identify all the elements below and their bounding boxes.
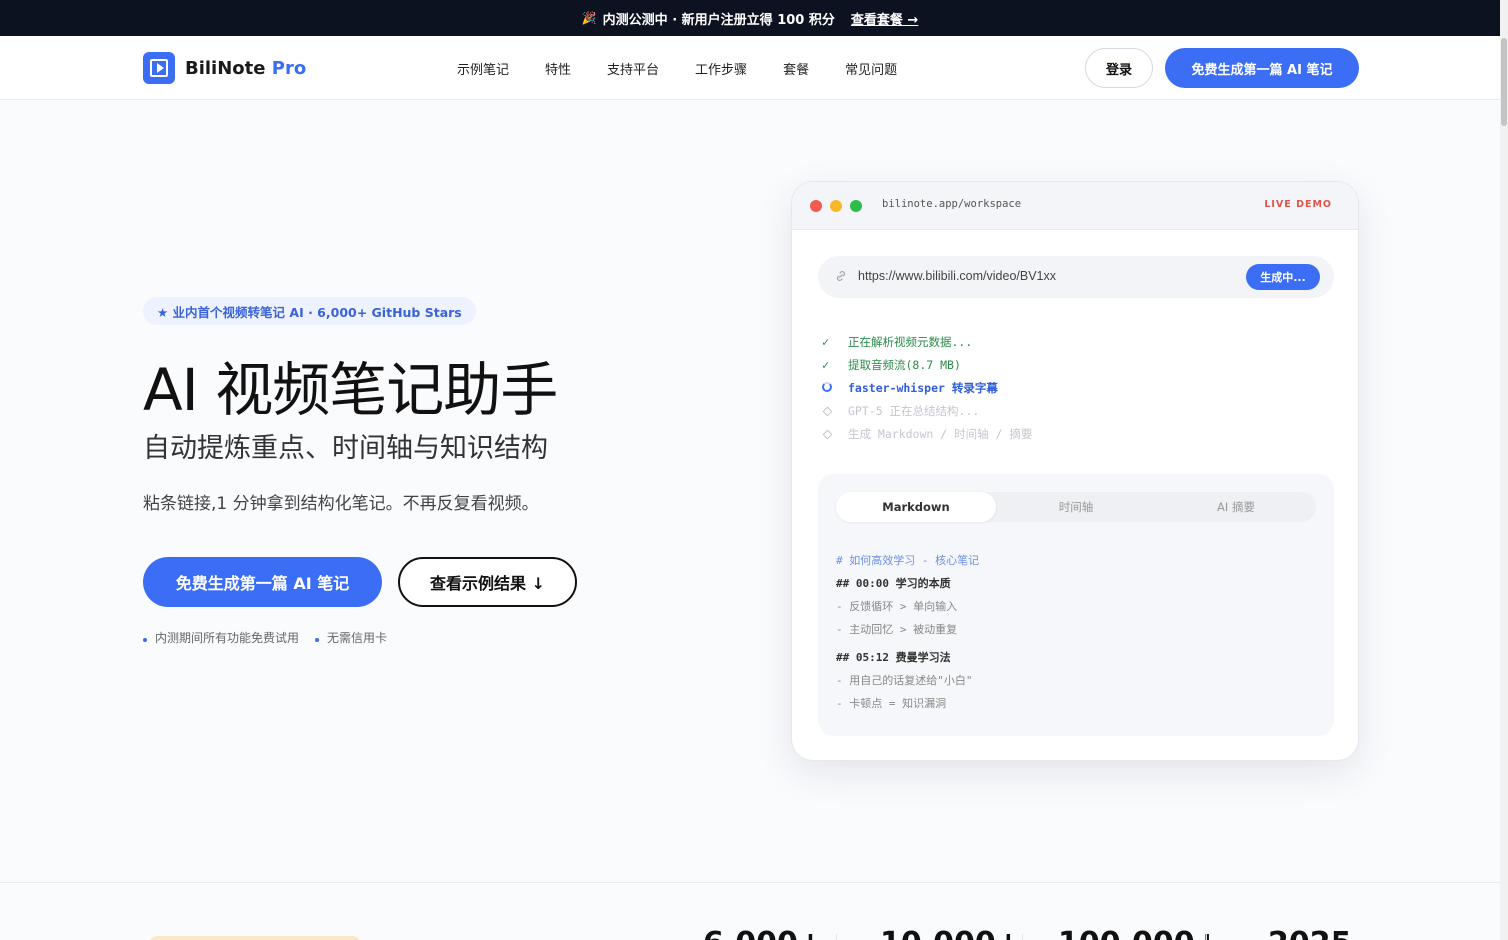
- generate-note-button[interactable]: 免费生成第一篇 AI 笔记: [143, 557, 382, 607]
- perks-list: 内测期间所有功能免费试用 无需信用卡: [143, 629, 403, 646]
- step-text: faster-whisper 转录字幕: [848, 380, 998, 395]
- markdown-preview: # 如何高效学习 - 核心笔记 ## 00:00 学习的本质 - 反馈循环 > …: [836, 548, 979, 714]
- hero-description: 粘条链接,1 分钟拿到结构化笔记。不再反复看视频。: [143, 494, 539, 514]
- party-popper-icon: 🎉: [581, 11, 597, 25]
- maximize-dot-icon: [850, 200, 862, 212]
- announcement-text: 内测公测中 · 新用户注册立得 100 积分: [602, 12, 835, 28]
- tab-markdown[interactable]: Markdown: [836, 492, 996, 522]
- perk-item: 内测期间所有功能免费试用: [143, 629, 299, 646]
- note-heading: # 如何高效学习 - 核心笔记: [836, 553, 980, 567]
- note-bullet: - 用自己的话复述给"小白": [836, 673, 973, 687]
- stat-divider: [1022, 934, 1023, 940]
- note-section-title: ## 05:12 费曼学习法: [836, 650, 951, 664]
- tab-timeline[interactable]: 时间轴: [996, 492, 1156, 522]
- view-examples-button[interactable]: 查看示例结果 ↓: [398, 557, 577, 607]
- step-item: 生成 Markdown / 时间轴 / 摘要: [822, 422, 1032, 445]
- step-item: ✓ 提取音频流(8.7 MB): [822, 353, 1032, 376]
- video-note-icon: [143, 52, 175, 84]
- brand-logo[interactable]: BiliNote Pro: [143, 52, 306, 84]
- check-icon: ✓: [822, 357, 830, 372]
- stat-value: 10,000+: [880, 926, 1021, 940]
- stats-badge: [148, 936, 362, 940]
- step-item: faster-whisper 转录字幕: [822, 376, 1032, 399]
- page-scrollbar[interactable]: [1500, 0, 1508, 940]
- stat-value: 6,000+: [703, 926, 823, 940]
- perk-text: 内测期间所有功能免费试用: [155, 631, 300, 645]
- note-bullet: - 反馈循环 > 单向输入: [836, 599, 958, 613]
- bullet-icon: [315, 637, 320, 642]
- close-dot-icon: [810, 200, 822, 212]
- note-output-panel: Markdown 时间轴 AI 摘要 # 如何高效学习 - 核心笔记 ## 00…: [818, 474, 1334, 736]
- live-demo-window: bilinote.app/workspace LIVE DEMO https:/…: [791, 181, 1359, 761]
- hero-subtitle: 自动提炼重点、时间轴与知识结构: [143, 433, 548, 464]
- perk-text: 无需信用卡: [327, 631, 388, 645]
- stat-value: 2025: [1268, 926, 1352, 940]
- stat-divider: [836, 934, 837, 940]
- demo-titlebar: bilinote.app/workspace LIVE DEMO: [792, 182, 1358, 230]
- progress-steps: ✓ 正在解析视频元数据... ✓ 提取音频流(8.7 MB) faster-whis…: [822, 330, 1032, 445]
- bullet-icon: [143, 637, 147, 642]
- stat-divider: [1206, 934, 1207, 940]
- output-tabs: Markdown 时间轴 AI 摘要: [836, 492, 1316, 522]
- step-text: 生成 Markdown / 时间轴 / 摘要: [848, 426, 1033, 441]
- site-header: BiliNote Pro 示例笔记 特性 支持平台 工作步骤 套餐 常见问题 登…: [0, 36, 1500, 100]
- hero-title: AI 视频笔记助手: [143, 356, 558, 424]
- github-stars-badge: ★ 业内首个视频转笔记 AI · 6,000+ GitHub Stars: [143, 297, 476, 325]
- video-url-input[interactable]: https://www.bilibili.com/video/BV1xx 生成中…: [818, 256, 1334, 298]
- link-icon: [836, 271, 846, 281]
- video-url-value: https://www.bilibili.com/video/BV1xx: [858, 269, 1056, 283]
- nav-steps[interactable]: 工作步骤: [695, 59, 747, 78]
- nav-examples[interactable]: 示例笔记: [457, 59, 509, 78]
- minimize-dot-icon: [830, 200, 842, 212]
- brand-name: BiliNote Pro: [185, 58, 306, 79]
- nav-features[interactable]: 特性: [545, 59, 571, 78]
- main-nav: 示例笔记 特性 支持平台 工作步骤 套餐 常见问题: [457, 36, 933, 100]
- pending-diamond-icon: [822, 429, 833, 439]
- tab-ai-summary[interactable]: AI 摘要: [1156, 492, 1316, 522]
- section-divider: [0, 882, 1500, 883]
- note-bullet: - 卡顿点 = 知识漏洞: [836, 696, 947, 710]
- nav-platforms[interactable]: 支持平台: [607, 59, 659, 78]
- announcement-bar: 🎉 内测公测中 · 新用户注册立得 100 积分 查看套餐 →: [0, 0, 1500, 36]
- brand-suffix: Pro: [271, 57, 307, 79]
- check-icon: ✓: [822, 334, 830, 349]
- note-bullet: - 主动回忆 > 被动重复: [836, 622, 958, 636]
- note-section-title: ## 00:00 学习的本质: [836, 576, 951, 590]
- pending-diamond-icon: [822, 406, 833, 416]
- login-button[interactable]: 登录: [1085, 48, 1153, 88]
- spinner-icon: [822, 381, 832, 392]
- step-text: 提取音频流(8.7 MB): [848, 357, 961, 372]
- scrollbar-thumb[interactable]: [1501, 38, 1507, 126]
- nav-pricing[interactable]: 套餐: [783, 59, 809, 78]
- step-item: ✓ 正在解析视频元数据...: [822, 330, 1032, 353]
- step-text: 正在解析视频元数据...: [848, 334, 973, 349]
- perk-item: 无需信用卡: [315, 629, 387, 646]
- demo-address: bilinote.app/workspace: [882, 198, 1022, 210]
- brand-text: BiliNote: [185, 57, 266, 79]
- view-plans-link[interactable]: 查看套餐 →: [851, 9, 918, 28]
- stat-value: 100,000+: [1058, 926, 1220, 940]
- header-cta-button[interactable]: 免费生成第一篇 AI 笔记: [1165, 48, 1359, 88]
- step-text: GPT-5 正在总结结构...: [848, 403, 980, 418]
- step-item: GPT-5 正在总结结构...: [822, 399, 1032, 422]
- nav-faq[interactable]: 常见问题: [845, 59, 897, 78]
- live-demo-label: LIVE DEMO: [1264, 199, 1332, 210]
- generating-button[interactable]: 生成中...: [1246, 264, 1320, 290]
